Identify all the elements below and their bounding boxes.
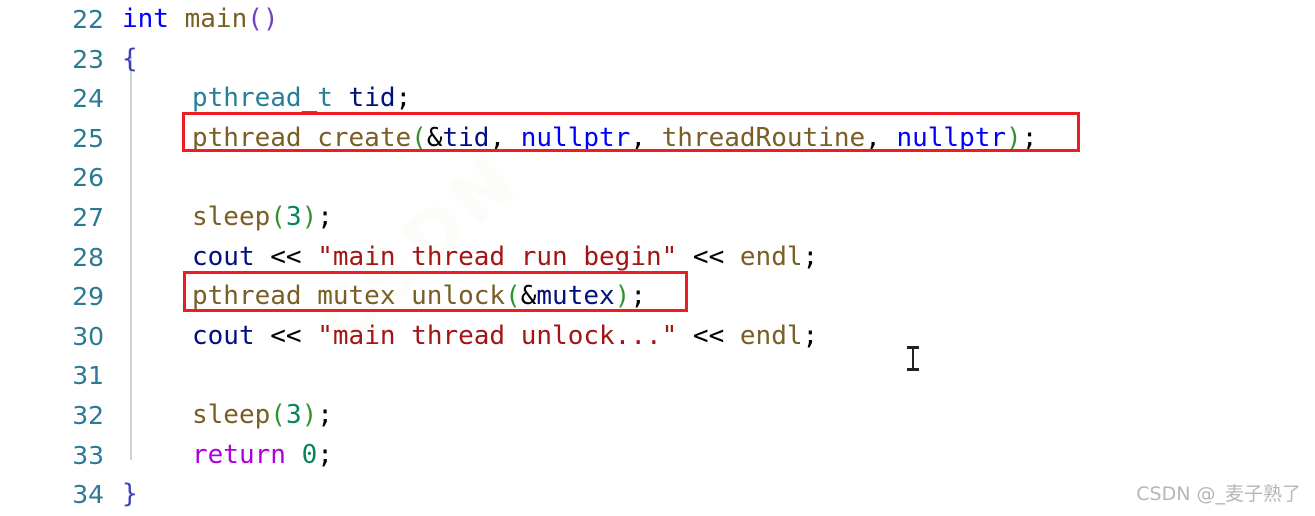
token-argument-mutex: mutex [536,281,615,312]
token-semicolon: ; [630,281,646,312]
token-endl: endl [739,241,803,272]
line-content: pthread_create(&tid, nullptr, threadRout… [192,119,1037,159]
token-function-main: main [184,4,248,34]
line-content: int main() [122,0,279,40]
line-number: 31 [72,361,104,391]
token-stream-cout: cout [192,320,255,351]
line-content: } [122,475,138,515]
line-number: 33 [72,440,104,470]
token-type-pthread-t: pthread_t [192,83,333,114]
token-endl: endl [739,320,803,351]
code-line-32[interactable]: 32 sleep(3); [0,396,1315,436]
token-ampersand: & [520,281,537,312]
token-paren-close: ) [262,4,279,34]
code-line-27[interactable]: 27 sleep(3); [0,198,1315,238]
line-number: 27 [72,203,104,232]
token-variable-tid: tid [348,83,396,114]
line-content: pthread_t tid; [192,79,411,119]
code-line-23[interactable]: 23 { [0,40,1315,80]
code-line-31[interactable]: 31 [0,356,1315,396]
line-number: 32 [72,401,104,430]
line-content: { [122,40,138,80]
token-paren-open: ( [247,4,263,34]
code-line-29[interactable]: 29 pthread_mutex_unlock(&mutex); [0,277,1315,317]
token-number: 0 [301,439,318,470]
line-number: 30 [72,321,104,351]
token-argument-thread-routine: threadRoutine [661,122,866,153]
token-string-literal: "main thread run begin" [317,241,678,272]
token-keyword-nullptr: nullptr [520,122,631,153]
code-line-28[interactable]: 28 cout << "main thread run begin" << en… [0,238,1315,278]
token-paren-close: ) [301,400,318,430]
line-content: pthread_mutex_unlock(&mutex); [192,277,646,317]
token-function-sleep: sleep [192,400,271,430]
token-semicolon: ; [317,439,333,470]
line-number: 34 [72,480,104,510]
token-paren-close: ) [301,202,318,232]
code-line-26[interactable]: 26 [0,158,1315,198]
token-function-pthread-mutex-unlock: pthread_mutex_unlock [192,281,506,312]
token-ampersand: & [426,122,443,153]
line-content: sleep(3); [192,396,333,436]
line-number: 28 [72,242,104,272]
token-number: 3 [285,400,302,430]
token-stream-cout: cout [192,241,255,272]
token-string-literal: "main thread unlock..." [317,320,678,351]
token-comma: , [489,122,521,153]
code-line-24[interactable]: 24 pthread_t tid; [0,79,1315,119]
code-editor-screenshot: CSDN CSDN 22 int main() 23 { 24 pthread_… [0,0,1315,516]
token-stream-operator: << [677,241,740,272]
line-number: 24 [72,84,104,114]
code-line-25[interactable]: 25 pthread_create(&tid, nullptr, threadR… [0,119,1315,159]
token-function-pthread-create: pthread_create [192,122,412,153]
token-brace-open: { [122,43,138,74]
csdn-watermark: CSDN @_麦子熟了 [1136,483,1301,505]
token-semicolon: ; [317,202,333,232]
token-paren-open: ( [270,202,286,232]
token-keyword-return: return [192,439,286,470]
token-brace-close: } [122,479,138,510]
line-content: cout << "main thread unlock..." << endl; [192,317,818,357]
code-line-30[interactable]: 30 cout << "main thread unlock..." << en… [0,317,1315,357]
token-comma: , [865,122,897,153]
line-content: sleep(3); [192,198,333,238]
token-paren-open: ( [411,122,427,153]
token-function-sleep: sleep [192,202,271,232]
line-number: 29 [72,282,104,312]
token-paren-open: ( [505,281,521,312]
code-line-33[interactable]: 33 return 0; [0,436,1315,476]
code-lines-container[interactable]: 22 int main() 23 { 24 pthread_t tid; 25 … [0,0,1315,516]
line-number: 23 [72,44,104,74]
token-paren-open: ( [270,400,286,430]
line-number: 22 [72,5,104,34]
token-number: 3 [285,202,302,232]
token-stream-operator: << [254,320,318,351]
line-content: cout << "main thread run begin" << endl; [192,238,818,278]
token-paren-close: ) [1006,122,1022,153]
token-semicolon: ; [317,400,333,430]
token-argument-tid: tid [442,122,490,153]
line-content: return 0; [192,436,333,476]
code-line-22[interactable]: 22 int main() [0,0,1315,40]
line-number: 25 [72,123,104,153]
token-keyword-nullptr: nullptr [896,122,1007,153]
token-semicolon: ; [1021,122,1038,153]
token-stream-operator: << [254,241,318,272]
token-paren-close: ) [614,281,631,312]
token-keyword-int: int [122,4,169,34]
code-line-34[interactable]: 34 } [0,475,1315,515]
token-semicolon: ; [802,320,819,351]
token-semicolon: ; [802,241,819,272]
token-semicolon: ; [395,83,412,114]
token-stream-operator: << [677,320,740,351]
line-number: 26 [72,163,104,193]
token-comma: , [630,122,662,153]
